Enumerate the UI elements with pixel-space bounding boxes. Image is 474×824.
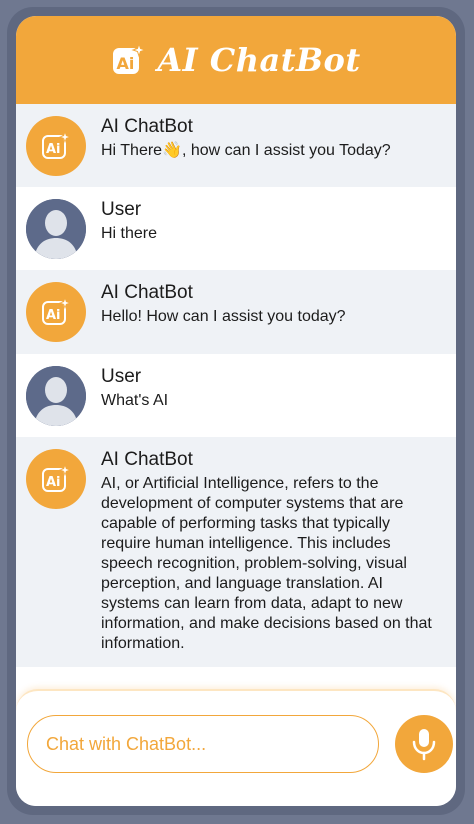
chat-input[interactable] (27, 715, 379, 773)
message-bot: Ai AI ChatBot Hi There👋, how can I assis… (16, 104, 456, 187)
chat-input-bar (16, 689, 456, 806)
message-body: AI ChatBot Hi There👋, how can I assist y… (101, 115, 444, 161)
user-silhouette-icon (26, 199, 86, 259)
user-avatar (26, 366, 86, 426)
microphone-icon (412, 729, 436, 761)
app-header: Ai AI ChatBot (16, 16, 456, 104)
svg-text:Ai: Ai (117, 54, 135, 73)
bot-avatar: Ai (26, 449, 86, 509)
message-body: User Hi there (101, 198, 444, 244)
message-sender: User (101, 199, 142, 220)
ai-sparkle-icon: Ai (42, 297, 71, 325)
ai-sparkle-icon: Ai (42, 131, 71, 159)
svg-text:Ai: Ai (46, 475, 61, 490)
message-sender: AI ChatBot (101, 449, 193, 470)
message-sender: AI ChatBot (101, 282, 193, 303)
user-silhouette-icon (26, 366, 86, 426)
message-text: AI, or Artificial Intelligence, refers t… (101, 475, 432, 652)
message-bot: Ai AI ChatBot AI, or Artificial Intellig… (16, 437, 456, 667)
message-sender: User (101, 366, 142, 387)
bot-avatar: Ai (26, 282, 86, 342)
chat-screen: Ai AI ChatBot Ai AI ChatBot Hi There👋, h… (16, 16, 456, 806)
app-title: AI ChatBot (157, 41, 361, 79)
microphone-button[interactable] (395, 715, 453, 773)
bot-avatar: Ai (26, 116, 86, 176)
user-avatar (26, 199, 86, 259)
message-user: User What's AI (16, 354, 456, 437)
svg-text:Ai: Ai (46, 142, 61, 157)
ai-sparkle-icon: Ai (42, 464, 71, 492)
message-text: What's AI (101, 392, 169, 409)
ai-sparkle-icon: Ai (111, 43, 146, 77)
message-list: Ai AI ChatBot Hi There👋, how can I assis… (16, 104, 456, 674)
message-body: AI ChatBot AI, or Artificial Intelligenc… (101, 448, 444, 654)
svg-text:Ai: Ai (46, 308, 61, 323)
device-frame: Ai AI ChatBot Ai AI ChatBot Hi There👋, h… (7, 7, 465, 815)
message-text: Hi there (101, 225, 158, 242)
message-text: Hello! How can I assist you today? (101, 308, 346, 325)
message-body: User What's AI (101, 365, 444, 411)
message-body: AI ChatBot Hello! How can I assist you t… (101, 281, 444, 327)
message-sender: AI ChatBot (101, 116, 193, 137)
message-user: User Hi there (16, 187, 456, 270)
message-text: Hi There👋, how can I assist you Today? (101, 142, 391, 159)
message-bot: Ai AI ChatBot Hello! How can I assist yo… (16, 270, 456, 354)
